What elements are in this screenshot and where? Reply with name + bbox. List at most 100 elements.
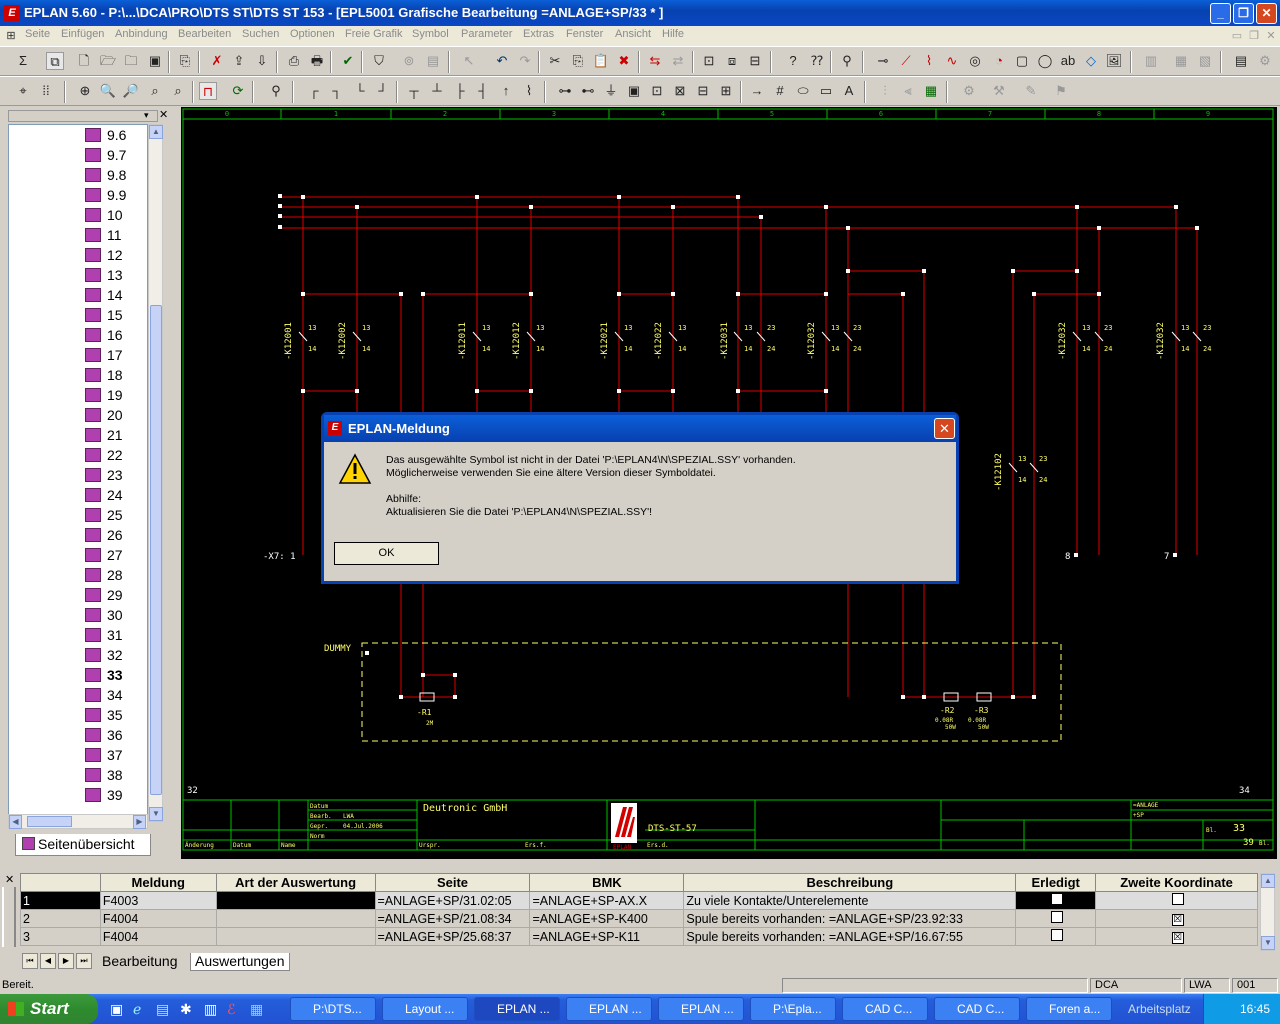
zoom-previous-icon[interactable]: ⌕ (169, 82, 187, 100)
tool-icon[interactable]: ✱ (180, 1001, 192, 1018)
col-header[interactable]: Art der Auswertung (215, 873, 376, 892)
open-folder-icon[interactable]: 🗁 (99, 52, 117, 70)
tree-item-page[interactable]: 23 (85, 467, 123, 487)
eplan-quick-icon[interactable]: ℰ (227, 1001, 235, 1018)
new-page-icon[interactable]: 🗋 (75, 52, 93, 70)
tool-c-icon[interactable]: ✎ (1022, 82, 1040, 100)
scroll-left-icon[interactable]: ◀ (9, 815, 22, 829)
task-button[interactable]: P:\DTS... (290, 997, 376, 1021)
tree-item-page[interactable]: 9.8 (85, 167, 126, 187)
refresh-icon[interactable]: ⟳ (229, 82, 247, 100)
task-button[interactable]: CAD C... (934, 997, 1020, 1021)
import-icon[interactable]: ⇩ (253, 52, 271, 70)
circle-icon[interactable]: ◎ (966, 52, 984, 70)
tab-auswertungen[interactable]: Auswertungen (190, 953, 290, 971)
menu-suchen[interactable]: Suchen (242, 28, 279, 40)
tree-item-page[interactable]: 9.7 (85, 147, 126, 167)
tree-item-page[interactable]: 22 (85, 447, 123, 467)
col-header[interactable]: Zweite Koordinate (1095, 873, 1258, 892)
device3-icon[interactable]: ⊟ (694, 82, 712, 100)
corner-br-icon[interactable]: ┘ (374, 82, 392, 100)
task-button[interactable]: Layout ... (382, 997, 468, 1021)
ie-icon[interactable]: ℯ (133, 1001, 141, 1018)
zoom-all-icon[interactable]: ⌕ (146, 82, 164, 100)
tee-left-icon[interactable]: ┤ (474, 82, 492, 100)
delete-icon[interactable]: ✖ (615, 52, 633, 70)
plc-icon[interactable]: ▧ (1196, 52, 1214, 70)
next-sheet-icon[interactable]: ▶ (58, 953, 74, 969)
tree-item-page[interactable]: 14 (85, 287, 123, 307)
task-button[interactable]: EPLAN ... (566, 997, 652, 1021)
paste-icon[interactable]: 📋 (592, 52, 610, 70)
corner-tr-icon[interactable]: ┐ (328, 82, 346, 100)
oval-icon[interactable]: ⬭ (794, 82, 812, 100)
minimize-button[interactable]: _ (1210, 3, 1231, 24)
tree-item-page[interactable]: 36 (85, 727, 123, 747)
rotate-icon[interactable]: ⇄ (669, 52, 687, 70)
dialog-close-button[interactable]: ✕ (934, 418, 955, 439)
menu-anbindung[interactable]: Anbindung (115, 28, 168, 40)
tab-bearbeitung[interactable]: Bearbeitung (98, 953, 182, 971)
menu-hilfe[interactable]: Hilfe (662, 28, 684, 40)
tree-item-page[interactable]: 18 (85, 367, 123, 387)
filter-icon[interactable]: ⛉ (370, 52, 388, 70)
tree-item-page[interactable]: 35 (85, 707, 123, 727)
tree-hscrollbar[interactable]: ◀ ▶ (8, 814, 148, 829)
tree-item-page[interactable]: 25 (85, 507, 123, 527)
menu-fenster[interactable]: Fenster (566, 28, 603, 40)
cut-icon[interactable]: ✂ (546, 52, 564, 70)
scroll-down-icon[interactable]: ▼ (1261, 936, 1275, 950)
tee-up-icon[interactable]: ┴ (428, 82, 446, 100)
mirror-icon[interactable]: ⇆ (646, 52, 664, 70)
ortho-icon[interactable]: ⊓ (199, 82, 217, 100)
tree-item-page[interactable]: 28 (85, 567, 123, 587)
settings-icon[interactable]: ⚙ (1256, 52, 1274, 70)
align-icon[interactable]: ⫶ (876, 82, 894, 100)
tree-item-page[interactable]: 37 (85, 747, 123, 767)
scroll-down-icon[interactable]: ▼ (149, 807, 163, 821)
zoom-in-icon[interactable]: 🔍 (99, 82, 117, 100)
curve-icon[interactable]: ∿ (943, 52, 961, 70)
terminal-icon[interactable]: ⊷ (579, 82, 597, 100)
document-icon[interactable]: ⊞ (4, 29, 18, 43)
col-header[interactable]: Erledigt (1015, 873, 1097, 892)
hash-icon[interactable]: # (771, 82, 789, 100)
undo-icon[interactable]: ↶ (493, 52, 511, 70)
mdi-restore-icon[interactable]: ❐ (1247, 29, 1261, 43)
menu-seite[interactable]: Seite (25, 28, 50, 40)
close-button[interactable]: ✕ (1256, 3, 1277, 24)
scroll-right-icon[interactable]: ▶ (133, 815, 146, 829)
polyline-icon[interactable]: ⌇ (920, 52, 938, 70)
page-setup-icon[interactable]: ⎙ (285, 52, 303, 70)
arc-icon[interactable]: ◔ (990, 52, 1008, 70)
label-icon[interactable]: ⊞ (717, 82, 735, 100)
zweite-checkbox[interactable]: ☒ (1171, 932, 1184, 944)
tee-right-icon[interactable]: ├ (451, 82, 469, 100)
hscroll-thumb[interactable] (27, 816, 72, 827)
mdi-minimize-icon[interactable]: ▭ (1230, 29, 1244, 43)
menu-optionen[interactable]: Optionen (290, 28, 335, 40)
task-button[interactable]: P:\Epla... (750, 997, 836, 1021)
cascade-icon[interactable]: ⧈ (723, 52, 741, 70)
col-header[interactable]: Meldung (99, 873, 217, 892)
print-icon[interactable]: 🖶 (308, 52, 326, 70)
tree-item-page[interactable]: 13 (85, 267, 123, 287)
tile-icon[interactable]: ⊟ (746, 52, 764, 70)
panel-menu-icon[interactable]: ▾ (144, 110, 149, 121)
export-icon[interactable]: ⇪ (230, 52, 248, 70)
tree-item-page[interactable]: 34 (85, 687, 123, 707)
tree-item-page[interactable]: 27 (85, 547, 123, 567)
panel-close-icon[interactable]: ✕ (159, 108, 168, 121)
tree-scrollbar[interactable]: ▲ ▼ (148, 124, 163, 822)
tool-d-icon[interactable]: ⚑ (1052, 82, 1070, 100)
device-icon[interactable]: ⊡ (648, 82, 666, 100)
help-icon[interactable]: ? (784, 52, 802, 70)
menu-bearbeiten[interactable]: Bearbeiten (178, 28, 231, 40)
arrow-up-icon[interactable]: ↑ (497, 82, 515, 100)
redo-icon[interactable]: ↷ (516, 52, 534, 70)
grid-icon[interactable]: ⁞⁞ (37, 82, 55, 100)
jump-icon[interactable]: ⌇ (520, 82, 538, 100)
tree-item-page[interactable]: 20 (85, 407, 123, 427)
zoom-out-icon[interactable]: 🔎 (122, 82, 140, 100)
scroll-thumb[interactable] (150, 305, 162, 795)
